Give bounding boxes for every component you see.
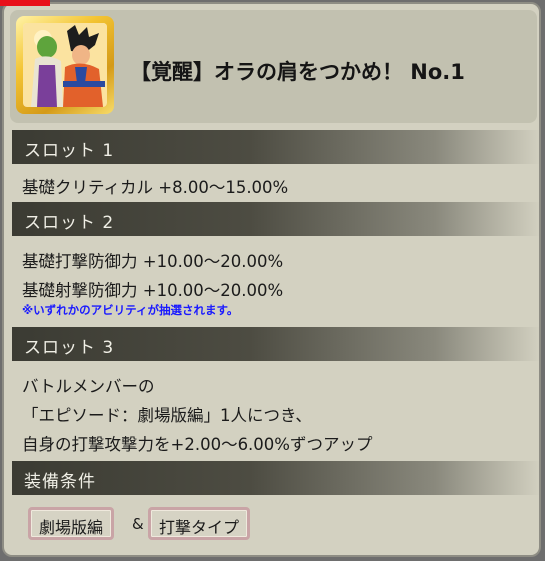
tag-movie-episode[interactable]: 劇場版編	[28, 507, 115, 540]
card-art	[23, 23, 107, 107]
slot-1-header: スロット 1	[12, 130, 539, 164]
slot-3-label: スロット 3	[24, 338, 115, 358]
equip-header: 装備条件	[12, 461, 539, 495]
character-art-icon	[23, 23, 107, 107]
tag-joiner: &	[132, 515, 144, 533]
slot-2-note: ※いずれかのアビリティが抽選されます。	[22, 303, 239, 317]
slot-1-label: スロット 1	[24, 141, 115, 161]
equip-label: 装備条件	[24, 472, 96, 492]
page-title: 【覚醒】オラの肩をつかめ！ No.1	[130, 60, 465, 84]
slot-2-header: スロット 2	[12, 202, 539, 236]
slot-2-ability-2: 基礎射撃防御力 +10.00〜20.00%	[22, 281, 284, 300]
header: 【覚醒】オラの肩をつかめ！ No.1	[10, 10, 537, 123]
slot-3-line-2: 「エピソード：劇場版編」1人につき、	[22, 406, 312, 425]
slot-2-ability-1: 基礎打撃防御力 +10.00〜20.00%	[22, 252, 284, 271]
slot-1-ability: 基礎クリティカル +8.00〜15.00%	[22, 178, 289, 197]
slot-3-line-1: バトルメンバーの	[22, 377, 155, 396]
slot-2-label: スロット 2	[24, 213, 115, 233]
slot-3-header: スロット 3	[12, 327, 539, 361]
character-card-icon[interactable]	[16, 16, 114, 114]
tag-strike-type[interactable]: 打撃タイプ	[148, 507, 251, 540]
slot-3-line-3: 自身の打撃攻撃力を+2.00〜6.00%ずつアップ	[22, 435, 373, 454]
ability-detail-panel: 【覚醒】オラの肩をつかめ！ No.1 スロット 1 基礎クリティカル +8.00…	[2, 2, 541, 557]
corner-accent	[0, 0, 50, 6]
